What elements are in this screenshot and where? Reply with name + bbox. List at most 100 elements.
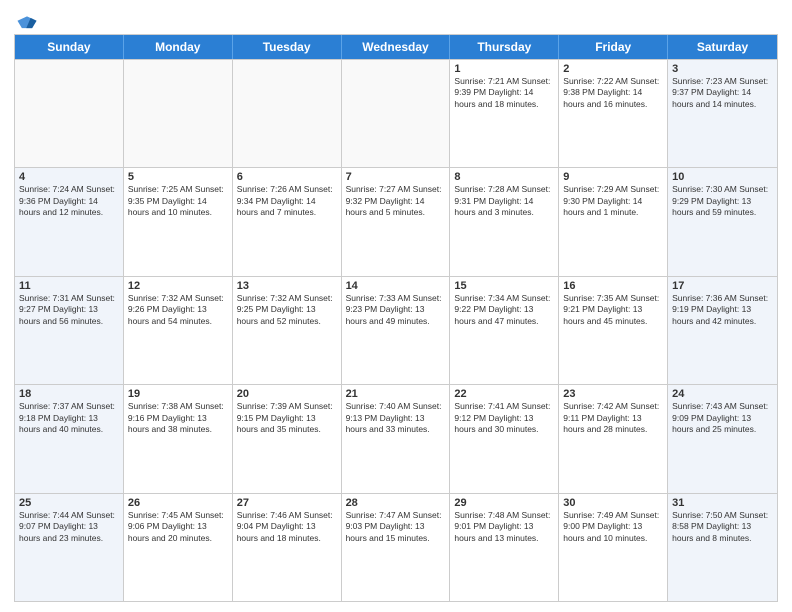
day-number: 5	[128, 171, 228, 183]
cal-header-thursday: Thursday	[450, 35, 559, 59]
cal-cell-r3c2: 20Sunrise: 7:39 AM Sunset: 9:15 PM Dayli…	[233, 385, 342, 492]
cal-row-3: 18Sunrise: 7:37 AM Sunset: 9:18 PM Dayli…	[15, 384, 777, 492]
day-number: 15	[454, 280, 554, 292]
cal-cell-r3c3: 21Sunrise: 7:40 AM Sunset: 9:13 PM Dayli…	[342, 385, 451, 492]
cal-cell-r3c4: 22Sunrise: 7:41 AM Sunset: 9:12 PM Dayli…	[450, 385, 559, 492]
cal-cell-r0c3	[342, 60, 451, 167]
day-number: 17	[672, 280, 773, 292]
page: SundayMondayTuesdayWednesdayThursdayFrid…	[0, 0, 792, 612]
cal-cell-r3c0: 18Sunrise: 7:37 AM Sunset: 9:18 PM Dayli…	[15, 385, 124, 492]
day-number: 29	[454, 497, 554, 509]
cal-header-sunday: Sunday	[15, 35, 124, 59]
day-number: 21	[346, 388, 446, 400]
day-info: Sunrise: 7:23 AM Sunset: 9:37 PM Dayligh…	[672, 76, 773, 110]
cal-cell-r2c3: 14Sunrise: 7:33 AM Sunset: 9:23 PM Dayli…	[342, 277, 451, 384]
cal-cell-r2c1: 12Sunrise: 7:32 AM Sunset: 9:26 PM Dayli…	[124, 277, 233, 384]
day-number: 18	[19, 388, 119, 400]
cal-cell-r4c3: 28Sunrise: 7:47 AM Sunset: 9:03 PM Dayli…	[342, 494, 451, 601]
day-number: 6	[237, 171, 337, 183]
day-number: 26	[128, 497, 228, 509]
day-number: 22	[454, 388, 554, 400]
day-info: Sunrise: 7:48 AM Sunset: 9:01 PM Dayligh…	[454, 510, 554, 544]
day-info: Sunrise: 7:26 AM Sunset: 9:34 PM Dayligh…	[237, 184, 337, 218]
day-number: 9	[563, 171, 663, 183]
day-number: 14	[346, 280, 446, 292]
cal-cell-r1c1: 5Sunrise: 7:25 AM Sunset: 9:35 PM Daylig…	[124, 168, 233, 275]
day-info: Sunrise: 7:46 AM Sunset: 9:04 PM Dayligh…	[237, 510, 337, 544]
day-info: Sunrise: 7:39 AM Sunset: 9:15 PM Dayligh…	[237, 401, 337, 435]
day-number: 11	[19, 280, 119, 292]
cal-cell-r4c6: 31Sunrise: 7:50 AM Sunset: 8:58 PM Dayli…	[668, 494, 777, 601]
logo	[14, 14, 38, 30]
cal-header-friday: Friday	[559, 35, 668, 59]
day-number: 30	[563, 497, 663, 509]
cal-cell-r0c0	[15, 60, 124, 167]
cal-cell-r1c4: 8Sunrise: 7:28 AM Sunset: 9:31 PM Daylig…	[450, 168, 559, 275]
day-info: Sunrise: 7:29 AM Sunset: 9:30 PM Dayligh…	[563, 184, 663, 218]
cal-header-saturday: Saturday	[668, 35, 777, 59]
calendar-body: 1Sunrise: 7:21 AM Sunset: 9:39 PM Daylig…	[15, 59, 777, 601]
cal-cell-r4c5: 30Sunrise: 7:49 AM Sunset: 9:00 PM Dayli…	[559, 494, 668, 601]
day-info: Sunrise: 7:28 AM Sunset: 9:31 PM Dayligh…	[454, 184, 554, 218]
cal-cell-r3c5: 23Sunrise: 7:42 AM Sunset: 9:11 PM Dayli…	[559, 385, 668, 492]
day-number: 27	[237, 497, 337, 509]
cal-header-wednesday: Wednesday	[342, 35, 451, 59]
cal-cell-r2c0: 11Sunrise: 7:31 AM Sunset: 9:27 PM Dayli…	[15, 277, 124, 384]
day-number: 23	[563, 388, 663, 400]
cal-header-tuesday: Tuesday	[233, 35, 342, 59]
day-info: Sunrise: 7:49 AM Sunset: 9:00 PM Dayligh…	[563, 510, 663, 544]
cal-row-4: 25Sunrise: 7:44 AM Sunset: 9:07 PM Dayli…	[15, 493, 777, 601]
day-info: Sunrise: 7:50 AM Sunset: 8:58 PM Dayligh…	[672, 510, 773, 544]
day-info: Sunrise: 7:38 AM Sunset: 9:16 PM Dayligh…	[128, 401, 228, 435]
cal-cell-r0c4: 1Sunrise: 7:21 AM Sunset: 9:39 PM Daylig…	[450, 60, 559, 167]
cal-cell-r1c0: 4Sunrise: 7:24 AM Sunset: 9:36 PM Daylig…	[15, 168, 124, 275]
cal-cell-r4c2: 27Sunrise: 7:46 AM Sunset: 9:04 PM Dayli…	[233, 494, 342, 601]
day-number: 19	[128, 388, 228, 400]
day-info: Sunrise: 7:37 AM Sunset: 9:18 PM Dayligh…	[19, 401, 119, 435]
cal-cell-r4c0: 25Sunrise: 7:44 AM Sunset: 9:07 PM Dayli…	[15, 494, 124, 601]
cal-cell-r1c3: 7Sunrise: 7:27 AM Sunset: 9:32 PM Daylig…	[342, 168, 451, 275]
cal-cell-r2c4: 15Sunrise: 7:34 AM Sunset: 9:22 PM Dayli…	[450, 277, 559, 384]
cal-row-0: 1Sunrise: 7:21 AM Sunset: 9:39 PM Daylig…	[15, 59, 777, 167]
day-number: 10	[672, 171, 773, 183]
day-info: Sunrise: 7:24 AM Sunset: 9:36 PM Dayligh…	[19, 184, 119, 218]
day-number: 20	[237, 388, 337, 400]
cal-cell-r4c1: 26Sunrise: 7:45 AM Sunset: 9:06 PM Dayli…	[124, 494, 233, 601]
cal-cell-r1c2: 6Sunrise: 7:26 AM Sunset: 9:34 PM Daylig…	[233, 168, 342, 275]
cal-cell-r3c1: 19Sunrise: 7:38 AM Sunset: 9:16 PM Dayli…	[124, 385, 233, 492]
day-number: 16	[563, 280, 663, 292]
day-number: 1	[454, 63, 554, 75]
calendar: SundayMondayTuesdayWednesdayThursdayFrid…	[14, 34, 778, 602]
cal-header-monday: Monday	[124, 35, 233, 59]
day-info: Sunrise: 7:45 AM Sunset: 9:06 PM Dayligh…	[128, 510, 228, 544]
day-info: Sunrise: 7:30 AM Sunset: 9:29 PM Dayligh…	[672, 184, 773, 218]
day-info: Sunrise: 7:47 AM Sunset: 9:03 PM Dayligh…	[346, 510, 446, 544]
day-number: 13	[237, 280, 337, 292]
day-info: Sunrise: 7:32 AM Sunset: 9:25 PM Dayligh…	[237, 293, 337, 327]
day-info: Sunrise: 7:35 AM Sunset: 9:21 PM Dayligh…	[563, 293, 663, 327]
cal-row-2: 11Sunrise: 7:31 AM Sunset: 9:27 PM Dayli…	[15, 276, 777, 384]
day-info: Sunrise: 7:40 AM Sunset: 9:13 PM Dayligh…	[346, 401, 446, 435]
day-number: 3	[672, 63, 773, 75]
day-number: 2	[563, 63, 663, 75]
cal-cell-r2c2: 13Sunrise: 7:32 AM Sunset: 9:25 PM Dayli…	[233, 277, 342, 384]
cal-cell-r3c6: 24Sunrise: 7:43 AM Sunset: 9:09 PM Dayli…	[668, 385, 777, 492]
day-number: 28	[346, 497, 446, 509]
day-info: Sunrise: 7:33 AM Sunset: 9:23 PM Dayligh…	[346, 293, 446, 327]
logo-icon	[16, 12, 38, 34]
day-number: 12	[128, 280, 228, 292]
day-info: Sunrise: 7:41 AM Sunset: 9:12 PM Dayligh…	[454, 401, 554, 435]
header	[14, 10, 778, 30]
day-info: Sunrise: 7:21 AM Sunset: 9:39 PM Dayligh…	[454, 76, 554, 110]
day-info: Sunrise: 7:42 AM Sunset: 9:11 PM Dayligh…	[563, 401, 663, 435]
day-info: Sunrise: 7:32 AM Sunset: 9:26 PM Dayligh…	[128, 293, 228, 327]
cal-cell-r1c6: 10Sunrise: 7:30 AM Sunset: 9:29 PM Dayli…	[668, 168, 777, 275]
calendar-header-row: SundayMondayTuesdayWednesdayThursdayFrid…	[15, 35, 777, 59]
day-number: 25	[19, 497, 119, 509]
cal-cell-r2c5: 16Sunrise: 7:35 AM Sunset: 9:21 PM Dayli…	[559, 277, 668, 384]
day-number: 31	[672, 497, 773, 509]
day-info: Sunrise: 7:22 AM Sunset: 9:38 PM Dayligh…	[563, 76, 663, 110]
day-info: Sunrise: 7:31 AM Sunset: 9:27 PM Dayligh…	[19, 293, 119, 327]
day-info: Sunrise: 7:25 AM Sunset: 9:35 PM Dayligh…	[128, 184, 228, 218]
cal-cell-r1c5: 9Sunrise: 7:29 AM Sunset: 9:30 PM Daylig…	[559, 168, 668, 275]
